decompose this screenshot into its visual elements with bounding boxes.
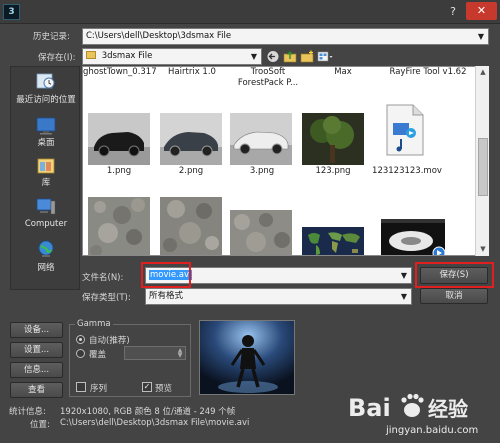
sequence-checkbox[interactable]: [76, 382, 86, 392]
scroll-thumb[interactable]: [478, 138, 488, 196]
baidu-logo-icon: Bai 经验 jingyan.baidu.com: [348, 393, 478, 436]
save-in-value: 3dsmax File: [101, 51, 153, 61]
place-desktop[interactable]: 桌面: [11, 112, 81, 152]
filetype-label: 保存类型(T):: [82, 293, 131, 303]
filetype-value: 所有格式: [149, 291, 184, 301]
network-icon: [38, 240, 54, 257]
desktop-icon: [36, 117, 56, 135]
world-map-thumbnail[interactable]: [302, 227, 364, 256]
scroll-down-icon[interactable]: ▼: [476, 243, 490, 255]
place-recent[interactable]: 最近访问的位置: [11, 67, 81, 107]
baidu-watermark: Bai 经验 jingyan.baidu.com: [346, 386, 496, 441]
file-name[interactable]: 2.png: [155, 166, 227, 176]
history-combo[interactable]: C:\Users\dell\Desktop\3dsmax File ▼: [82, 28, 489, 45]
filetype-combo[interactable]: 所有格式 ▼: [145, 288, 412, 305]
file-name[interactable]: TrooSoft ForestPack P...: [229, 67, 307, 89]
video-thumbnail[interactable]: [381, 219, 445, 256]
stats-value: 1920x1080, RGB 颜色 8 位/通道 - 249 个帧: [60, 407, 236, 417]
folder-icon: [86, 51, 96, 59]
save-in-combo[interactable]: 3dsmax File ▼: [82, 48, 262, 65]
view-button[interactable]: 查看: [10, 382, 63, 398]
computer-icon: [36, 198, 56, 215]
robot-render-preview: [200, 321, 294, 394]
file-name[interactable]: ghostTown_0.317: [83, 67, 157, 77]
sequence-label: 序列: [90, 384, 108, 394]
car-white-thumbnail[interactable]: [230, 113, 292, 165]
svg-text:经验: 经验: [428, 397, 468, 421]
preview-label: 预览: [155, 384, 173, 394]
file-name[interactable]: 3.png: [226, 166, 298, 176]
highlight-box: [141, 262, 191, 288]
recent-places-icon: [36, 73, 55, 89]
gamma-override-field[interactable]: ▲ ▼: [124, 346, 186, 360]
place-label: Computer: [24, 219, 68, 229]
save-in-label: 保存在(I):: [38, 53, 76, 63]
file-name[interactable]: 1.png: [83, 166, 155, 176]
stone-texture-thumbnail[interactable]: [230, 210, 292, 256]
file-name[interactable]: Max: [307, 67, 379, 77]
title-bar: 3 ? ✕: [0, 0, 500, 24]
save-file-dialog: 3 ? ✕ 历史记录: C:\Users\dell\Desktop\3dsmax…: [0, 0, 500, 443]
preview-checkbox[interactable]: ✓: [142, 382, 152, 392]
chevron-down-icon[interactable]: ▼: [247, 49, 261, 64]
place-network[interactable]: 网络: [11, 237, 81, 277]
cancel-button[interactable]: 取消: [420, 288, 488, 304]
stats-label: 统计信息:: [9, 407, 46, 417]
file-name[interactable]: Hairtrix 1.0: [156, 67, 228, 77]
chevron-down-icon[interactable]: ▼: [474, 29, 488, 44]
place-library[interactable]: 库: [11, 152, 81, 192]
place-computer[interactable]: Computer: [11, 195, 81, 235]
history-label: 历史记录:: [33, 32, 70, 42]
history-value: C:\Users\dell\Desktop\3dsmax File: [86, 31, 232, 41]
gamma-group: [69, 324, 191, 397]
gamma-legend: Gamma: [75, 319, 113, 329]
file-name[interactable]: 123123123.mov: [367, 166, 447, 176]
place-label: 库: [41, 178, 51, 188]
setup-button[interactable]: 设置...: [10, 342, 63, 358]
filename-label: 文件名(N):: [82, 273, 124, 283]
file-name[interactable]: 123.png: [297, 166, 369, 176]
gamma-auto-label: 自动(推荐): [89, 336, 130, 346]
place-label: 最近访问的位置: [16, 95, 76, 105]
device-button[interactable]: 设备...: [10, 322, 63, 338]
stone-texture-thumbnail[interactable]: [160, 197, 222, 256]
media-file-icon[interactable]: [383, 103, 427, 157]
info-button[interactable]: 信息...: [10, 362, 63, 378]
up-folder-icon[interactable]: [283, 50, 297, 63]
new-folder-icon[interactable]: [300, 50, 314, 63]
svg-text:jingyan.baidu.com: jingyan.baidu.com: [385, 425, 478, 436]
chevron-down-icon[interactable]: ▼: [397, 289, 411, 304]
file-list-view[interactable]: ghostTown_0.317 Hairtrix 1.0 TrooSoft Fo…: [82, 66, 489, 256]
scroll-up-icon[interactable]: ▲: [476, 66, 490, 78]
library-icon: [37, 158, 55, 174]
vertical-scrollbar[interactable]: ▲ ▼: [475, 66, 489, 256]
gamma-override-radio[interactable]: [76, 349, 85, 358]
car-dark-thumbnail[interactable]: [88, 113, 150, 165]
location-label: 位置:: [30, 420, 50, 430]
highlight-box: [415, 262, 494, 288]
places-bar: 最近访问的位置 桌面 库 Computer 网络: [10, 66, 80, 290]
gamma-override-label: 覆盖: [89, 350, 107, 360]
car-silver-thumbnail[interactable]: [160, 113, 222, 165]
place-label: 桌面: [37, 138, 55, 148]
gamma-auto-radio[interactable]: [76, 335, 85, 344]
svg-text:Bai: Bai: [348, 394, 391, 422]
back-icon[interactable]: [266, 50, 280, 63]
help-button[interactable]: ?: [442, 3, 464, 20]
location-value: C:\Users\dell\Desktop\3dsmax File\movie.…: [60, 418, 250, 428]
stone-texture-thumbnail[interactable]: [88, 197, 150, 256]
place-label: 网络: [37, 263, 55, 273]
file-name[interactable]: RayFire Tool v1.62: [383, 67, 473, 78]
tree-thumbnail[interactable]: [302, 113, 364, 165]
chevron-down-icon[interactable]: ▼: [397, 268, 411, 283]
close-button[interactable]: ✕: [466, 2, 497, 20]
preview-image: [199, 320, 295, 395]
spinner-icon[interactable]: ▲ ▼: [176, 348, 184, 359]
3dsmax-app-icon: 3: [3, 4, 20, 20]
view-menu-icon[interactable]: [317, 50, 333, 63]
